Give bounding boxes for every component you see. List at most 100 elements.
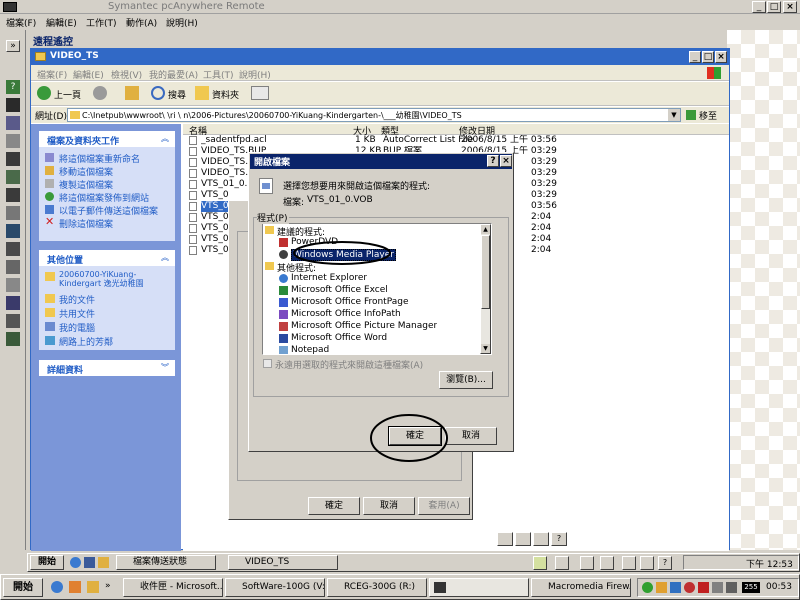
clipboard-icon[interactable] xyxy=(6,134,20,148)
scroll-down-arrow[interactable]: ▼ xyxy=(481,344,490,353)
program-notepad[interactable]: Notepad xyxy=(291,345,329,354)
place-my-computer-link[interactable]: 我的電腦 xyxy=(59,321,95,334)
explorer-menu-help[interactable]: 說明(H) xyxy=(239,68,271,81)
disconnect-icon[interactable] xyxy=(6,314,20,328)
task-software-drive[interactable]: SoftWare-100G (V:) xyxy=(225,578,325,597)
dialog-close-button[interactable]: × xyxy=(500,155,512,167)
forward-icon[interactable] xyxy=(93,86,107,100)
scroll-thumb[interactable] xyxy=(481,235,490,309)
quicklaunch-icon-1[interactable] xyxy=(51,581,63,593)
tray-icon-2[interactable] xyxy=(656,582,667,593)
explorer-menu-edit[interactable]: 編輯(E) xyxy=(73,68,104,81)
file-transfer-icon[interactable] xyxy=(6,116,20,130)
always-use-checkbox[interactable] xyxy=(263,359,272,368)
explorer-menu-tools[interactable]: 工具(T) xyxy=(203,68,234,81)
dialog-help-button[interactable]: ? xyxy=(487,155,499,167)
expand-sidebar-button[interactable]: » xyxy=(6,40,20,52)
explorer-menu-file[interactable]: 檔案(F) xyxy=(37,68,67,81)
tool-icon-2[interactable] xyxy=(555,556,569,570)
quicklaunch-icon-2[interactable] xyxy=(69,581,81,593)
tray-icon-6[interactable] xyxy=(712,582,723,593)
task-publish-link[interactable]: 將這個檔案發佈到網站 xyxy=(59,191,149,204)
remote-task-file-transfer[interactable]: 檔案傳送狀態 xyxy=(116,555,216,570)
record-icon[interactable] xyxy=(6,260,20,274)
task-email-link[interactable]: 以電子郵件傳送這個檔案 xyxy=(59,204,158,217)
pen-tool-icon[interactable] xyxy=(515,532,531,546)
restore-button[interactable]: □ xyxy=(767,1,781,13)
tray-icon-4[interactable] xyxy=(684,582,695,593)
quicklaunch-icon-3[interactable] xyxy=(87,581,99,593)
program-frontpage[interactable]: Microsoft Office FrontPage xyxy=(291,297,409,307)
other-places-header[interactable]: 其他位置 ︽ xyxy=(39,250,175,266)
explorer-menu-favorites[interactable]: 我的最愛(A) xyxy=(149,68,198,81)
tool-icon-3[interactable] xyxy=(580,556,594,570)
lock-icon[interactable] xyxy=(6,296,20,310)
ok-button[interactable]: 確定 xyxy=(388,426,442,446)
place-shared-documents-link[interactable]: 共用文件 xyxy=(59,307,95,320)
tray-icon-5[interactable] xyxy=(698,582,709,593)
search-button[interactable]: 搜尋 xyxy=(168,88,186,101)
print-icon[interactable] xyxy=(6,152,20,166)
go-button[interactable]: 移至 xyxy=(699,109,717,122)
tool-icon-1[interactable] xyxy=(533,556,547,570)
remote-start-button[interactable]: 開始 xyxy=(30,555,64,570)
program-infopath[interactable]: Microsoft Office InfoPath xyxy=(291,309,401,319)
help-icon[interactable]: ? xyxy=(6,80,20,94)
monitor-icon[interactable] xyxy=(6,224,20,238)
tool-icon-6[interactable] xyxy=(640,556,654,570)
keyboard-tool-icon[interactable] xyxy=(497,532,513,546)
folders-button[interactable]: 資料夾 xyxy=(212,88,239,101)
menu-file[interactable]: 檔案(F) xyxy=(6,16,36,29)
programs-list[interactable]: 建議的程式: PowerDVD Windows Media Player 其他程… xyxy=(262,223,492,355)
close-button[interactable]: × xyxy=(783,1,797,13)
up-folder-icon[interactable] xyxy=(125,86,139,100)
task-pcanywhere[interactable] xyxy=(429,578,529,597)
details-panel-header[interactable]: 詳細資料 ︾ xyxy=(39,360,175,376)
views-icon[interactable] xyxy=(251,86,269,100)
go-arrow-icon[interactable] xyxy=(686,110,696,120)
back-button[interactable]: 上一頁 xyxy=(54,88,81,101)
task-copy-link[interactable]: 複製這個檔案 xyxy=(59,178,113,191)
search-icon[interactable] xyxy=(151,86,165,100)
collapse-chevron-icon[interactable]: ︽ xyxy=(161,252,169,263)
help-tool-icon[interactable]: ? xyxy=(551,532,567,546)
place-parent-folder-link[interactable]: 20060700-YiKuang-Kindergart 逸光幼稚園 xyxy=(59,270,171,290)
place-my-documents-link[interactable]: 我的文件 xyxy=(59,293,95,306)
screen-tool-icon[interactable] xyxy=(533,532,549,546)
file-tasks-header[interactable]: 檔案及資料夾工作 ︽ xyxy=(39,131,175,147)
address-dropdown-button[interactable]: ▼ xyxy=(668,109,680,121)
tray-badge[interactable]: 255 xyxy=(742,582,760,593)
quicklaunch-desktop-icon[interactable] xyxy=(84,557,95,568)
keyboard-icon[interactable] xyxy=(6,206,20,220)
network-icon[interactable] xyxy=(6,332,20,346)
tool-icon-4[interactable] xyxy=(600,556,614,570)
program-internet-explorer[interactable]: Internet Explorer xyxy=(291,273,367,283)
properties-ok-button[interactable]: 確定 xyxy=(308,497,360,515)
more-chevron-icon[interactable]: » xyxy=(105,581,111,591)
cancel-button[interactable]: 取消 xyxy=(445,427,497,445)
program-word[interactable]: Microsoft Office Word xyxy=(291,333,387,343)
screen-icon[interactable] xyxy=(6,170,20,184)
tray-icon-3[interactable] xyxy=(670,582,681,593)
task-move-link[interactable]: 移動這個檔案 xyxy=(59,165,113,178)
program-windows-media-player[interactable]: Windows Media Player xyxy=(291,249,396,261)
help-tool-icon-2[interactable]: ? xyxy=(658,556,672,570)
task-fireworks[interactable]: Macromedia Firew... xyxy=(531,578,631,597)
start-button[interactable]: 開始 xyxy=(3,578,43,597)
explorer-minimize-button[interactable]: _ xyxy=(689,51,701,63)
task-rceg-drive[interactable]: RCEG-300G (R:) xyxy=(327,578,427,597)
quicklaunch-ie-icon[interactable] xyxy=(70,557,81,568)
chat-icon[interactable] xyxy=(6,98,20,112)
menu-help[interactable]: 說明(H) xyxy=(166,16,198,29)
address-input[interactable]: C:\Inetpub\wwwroot\ \ri \ n\2006-Picture… xyxy=(67,108,681,122)
explorer-menu-view[interactable]: 檢視(V) xyxy=(111,68,142,81)
folders-icon[interactable] xyxy=(195,86,209,100)
document-icon[interactable] xyxy=(6,278,20,292)
explorer-maximize-button[interactable]: □ xyxy=(702,51,714,63)
program-picture-manager[interactable]: Microsoft Office Picture Manager xyxy=(291,321,437,331)
remote-task-video-ts[interactable]: VIDEO_TS xyxy=(228,555,338,570)
menu-tools[interactable]: 工作(T) xyxy=(86,16,117,29)
quicklaunch-outlook-icon[interactable] xyxy=(98,557,109,568)
back-icon[interactable] xyxy=(37,86,51,100)
expand-chevron-icon[interactable]: ︾ xyxy=(161,362,169,373)
